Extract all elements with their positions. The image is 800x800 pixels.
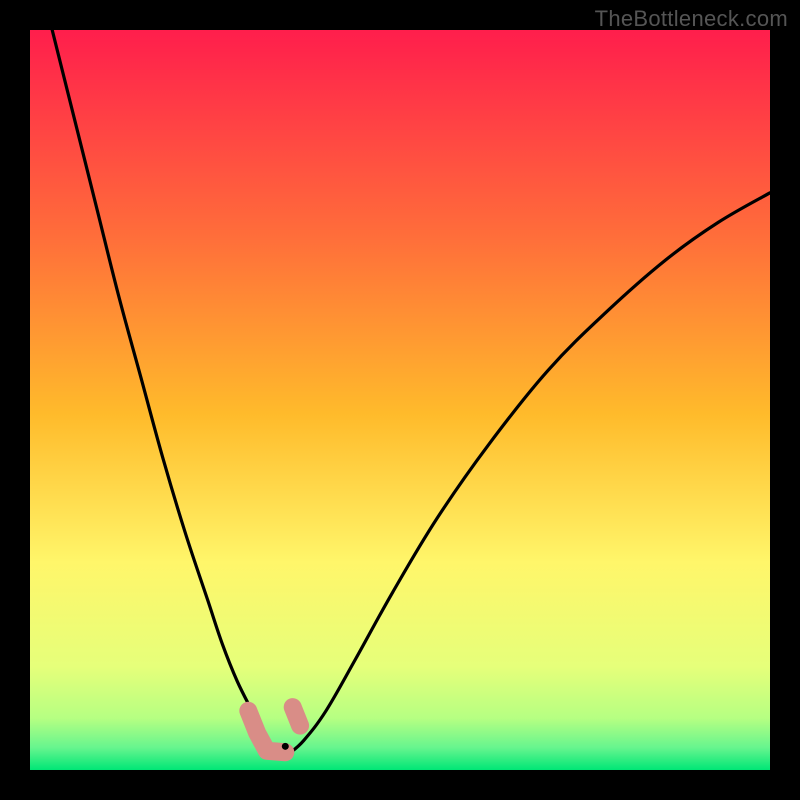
outer-frame: TheBottleneck.com [0,0,800,800]
curve-right-branch [289,193,770,754]
marker-region [248,707,300,752]
plot-area [30,30,770,770]
curve-layer [30,30,770,770]
curve-left-branch [52,30,289,754]
watermark-text: TheBottleneck.com [595,6,788,32]
marker-center-dot [282,743,289,750]
